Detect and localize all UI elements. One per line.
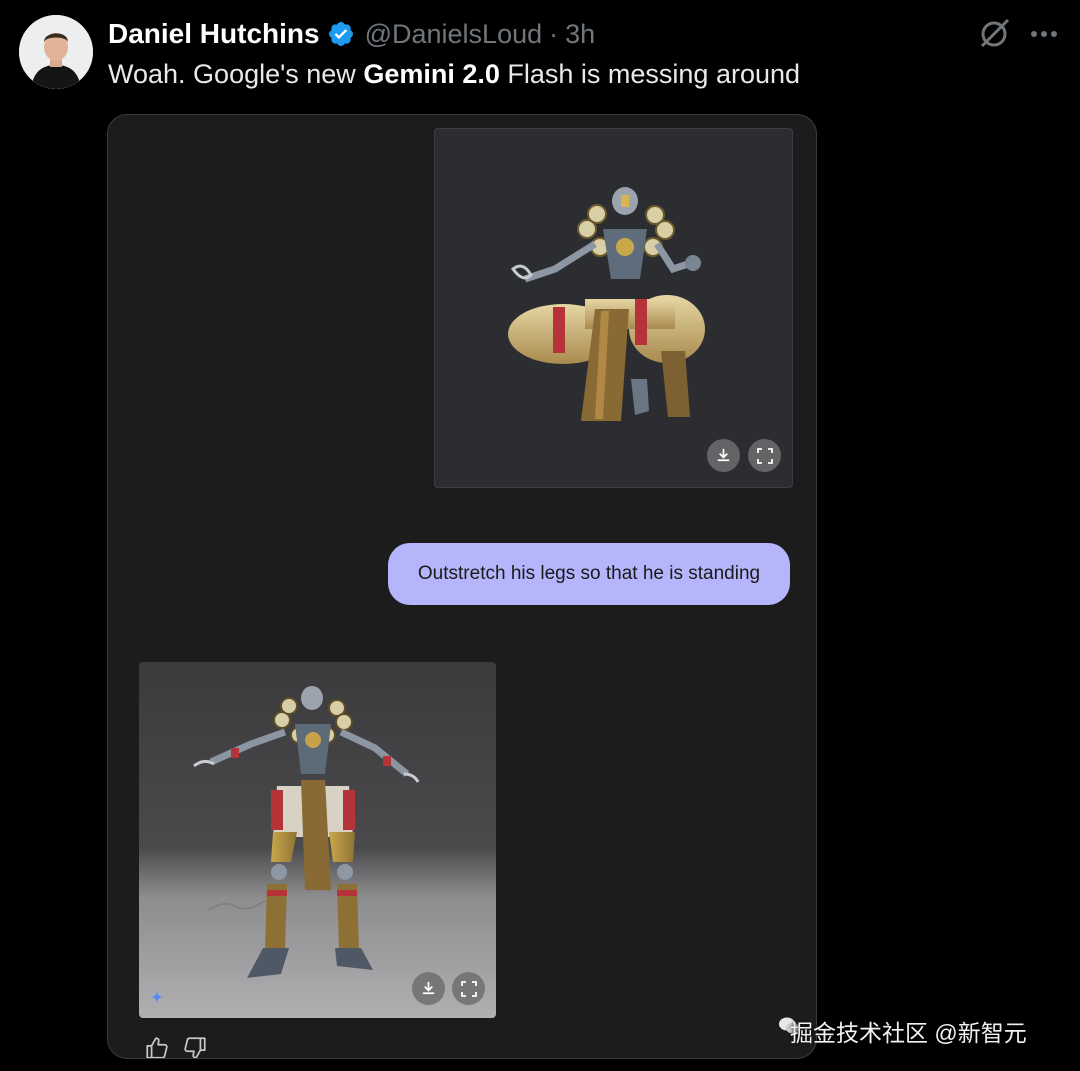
generated-image-standing[interactable] [139,662,496,1018]
thumbs-down-icon[interactable] [182,1035,208,1058]
download-icon [422,981,435,995]
user-message-bubble: Outstretch his legs so that he is standi… [388,543,790,605]
tweet-text-start: Woah. Google's new [108,59,364,89]
avatar-image [19,15,93,89]
fullscreen-button[interactable] [452,972,485,1005]
download-icon [717,448,730,462]
generated-image-sitting[interactable] [434,128,793,488]
gemini-star-icon [151,990,163,1003]
tweet-text: Woah. Google's new Gemini 2.0 Flash is m… [108,56,800,92]
tweet-text-bold: Gemini 2.0 [363,59,500,89]
download-button[interactable] [412,972,445,1005]
watermark: 掘金技术社区 @新智元 [790,1020,1027,1046]
tweet-text-end: Flash is messing around [499,59,801,89]
fullscreen-icon [460,980,477,997]
tweet-time[interactable]: 3h [565,19,595,50]
robot-sitting-illustration [508,187,705,421]
grok-icon[interactable] [978,16,1012,50]
more-icon[interactable] [1026,16,1062,52]
author-name[interactable]: Daniel Hutchins [108,18,320,50]
avatar[interactable] [19,15,93,89]
thumbs-up-icon[interactable] [144,1035,170,1058]
download-button[interactable] [707,439,740,472]
author-handle[interactable]: @DanielsLoud [365,19,543,50]
tweet-media[interactable]: Outstretch his legs so that he is standi… [107,114,817,1059]
fullscreen-button[interactable] [748,439,781,472]
verified-badge-icon [327,20,355,48]
tweet-header: Daniel Hutchins @DanielsLoud · 3h [108,14,595,54]
fullscreen-icon [756,447,773,464]
separator-dot: · [549,18,559,49]
robot-standing-illustration [193,686,420,978]
